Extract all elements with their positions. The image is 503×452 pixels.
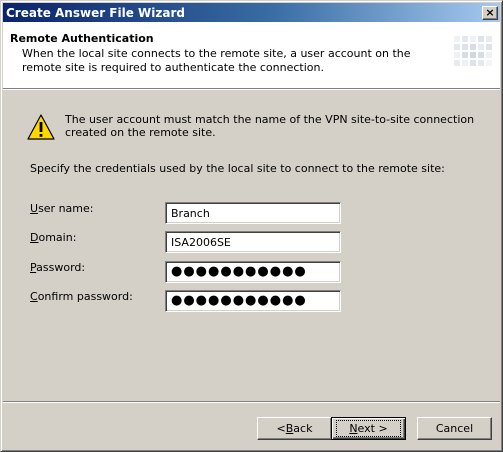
username-label: User name:: [30, 202, 94, 215]
next-button[interactable]: Next >: [331, 417, 406, 440]
password-field[interactable]: [165, 261, 341, 283]
confirm-password-label: Confirm password:: [30, 290, 133, 303]
warning-icon: [27, 114, 55, 140]
page-subtitle: When the local site connects to the remo…: [22, 47, 411, 74]
close-icon: ×: [485, 5, 495, 19]
window-title: Create Answer File Wizard: [6, 5, 185, 20]
wizard-window: Create Answer File Wizard × Remote Authe…: [0, 0, 503, 452]
domain-label: Domain:: [30, 231, 77, 244]
confirm-password-field[interactable]: [165, 290, 341, 312]
back-button[interactable]: < Back: [257, 417, 332, 440]
wizard-content: The user account must match the name of …: [1, 89, 502, 399]
password-label: Password:: [30, 261, 86, 274]
title-bar[interactable]: Create Answer File Wizard ×: [3, 3, 500, 22]
wizard-header-graphic-icon: [448, 28, 494, 74]
warning-message: The user account must match the name of …: [65, 113, 475, 139]
domain-field[interactable]: [165, 231, 341, 253]
wizard-header: Remote Authentication When the local sit…: [3, 22, 500, 90]
footer-separator: [3, 401, 500, 403]
instruction-text: Specify the credentials used by the loca…: [30, 162, 445, 175]
focus-ring: Next >: [336, 420, 401, 437]
page-title: Remote Authentication: [10, 32, 154, 45]
username-field[interactable]: [165, 202, 341, 224]
close-button[interactable]: ×: [482, 5, 498, 20]
cancel-button[interactable]: Cancel: [417, 417, 492, 440]
